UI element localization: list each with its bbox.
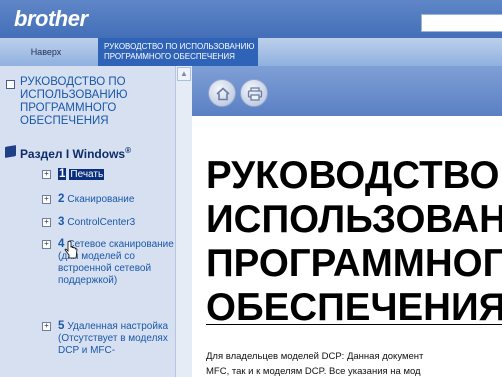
- intro-line: MFC, так и к моделям DCP. Все указания н…: [206, 366, 421, 377]
- toc-root-label: РУКОВОДСТВО ПО ИСПОЛЬЗОВАНИЮ ПРОГРАММНОГ…: [20, 76, 128, 127]
- title-divider: [206, 324, 502, 325]
- toc-item-print[interactable]: + 1 Печать: [42, 168, 175, 181]
- toc-section-windows[interactable]: Раздел I Windows®: [5, 145, 175, 161]
- toc-item-label: Печать: [69, 169, 105, 180]
- toc-item-label: Удаленная настройка (Отсутствует в модел…: [58, 321, 169, 356]
- expand-icon[interactable]: +: [42, 322, 51, 331]
- sidebar-scrollbar[interactable]: ▲: [175, 66, 192, 377]
- toc-item-label: ControlCenter3: [67, 217, 136, 228]
- toc-item-number: 5: [58, 320, 65, 332]
- brand-logo[interactable]: brother: [14, 6, 88, 32]
- home-icon: [216, 87, 230, 101]
- hand-cursor-icon: [64, 241, 78, 259]
- toc-item-number: 1: [58, 168, 67, 180]
- intro-line: Для владельцев моделей DCP: Данная докум…: [206, 351, 424, 362]
- intro-paragraph: Для владельцев моделей DCP: Данная докум…: [206, 349, 502, 377]
- toc-item-number: 3: [58, 216, 65, 228]
- printer-icon: [247, 87, 263, 101]
- search-input[interactable]: [421, 14, 502, 32]
- expand-icon[interactable]: +: [42, 218, 51, 227]
- app-window: brother Наверх РУКОВОДСТВО ПО ИСПОЛЬЗОВА…: [0, 0, 502, 377]
- toc-item-scan[interactable]: + 2 Сканирование: [42, 193, 175, 206]
- content-toolbar: [192, 66, 502, 116]
- tab-current-guide[interactable]: РУКОВОДСТВО ПО ИСПОЛЬЗОВАНИЮ ПРОГРАММНОГ…: [98, 38, 258, 66]
- nav-up-link[interactable]: Наверх: [0, 38, 92, 66]
- checkbox-icon: [6, 80, 15, 89]
- content-pane: РУКОВОДСТВО ПО ИСПОЛЬЗОВАНИЮ ПРОГРАММНОГ…: [192, 66, 502, 377]
- expand-icon[interactable]: +: [42, 195, 51, 204]
- expand-icon[interactable]: +: [42, 240, 51, 249]
- sidebar-toc: РУКОВОДСТВО ПО ИСПОЛЬЗОВАНИЮ ПРОГРАММНОГ…: [0, 66, 175, 377]
- toc-item-number: 2: [58, 193, 65, 205]
- page-title: РУКОВОДСТВО ПО ИСПОЛЬЗОВАНИЮ ПРОГРАММНОГ…: [206, 154, 502, 329]
- toc-item-label: Сканирование: [67, 194, 135, 205]
- book-icon: [5, 145, 16, 158]
- home-button[interactable]: [208, 79, 236, 107]
- scroll-up-arrow-icon[interactable]: ▲: [177, 67, 191, 81]
- toc-item-controlcenter[interactable]: + 3 ControlCenter3: [42, 216, 175, 229]
- toc-item-remote-setup[interactable]: + 5 Удаленная настройка (Отсутствует в мо…: [42, 320, 175, 357]
- print-button[interactable]: [240, 79, 268, 107]
- registered-mark: ®: [125, 146, 132, 155]
- expand-icon[interactable]: +: [42, 170, 51, 179]
- toc-root-item[interactable]: РУКОВОДСТВО ПО ИСПОЛЬЗОВАНИЮ ПРОГРАММНОГ…: [6, 76, 160, 128]
- section-label: Раздел I Windows: [20, 147, 126, 161]
